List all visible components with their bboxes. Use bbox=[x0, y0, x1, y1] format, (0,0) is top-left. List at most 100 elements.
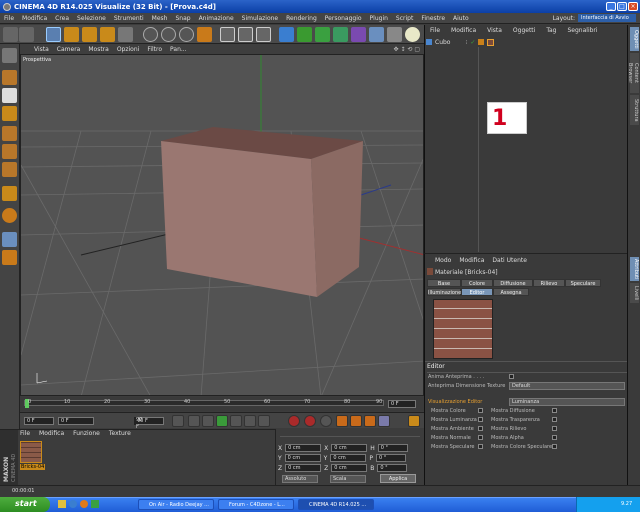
workplane-icon[interactable] bbox=[2, 106, 17, 121]
coord-z-pos[interactable]: 0 cm bbox=[285, 464, 322, 472]
tab-assegna[interactable]: Assegna bbox=[493, 288, 529, 296]
spline-icon[interactable] bbox=[297, 27, 312, 42]
tab-base[interactable]: Base bbox=[427, 279, 461, 287]
om-menu-oggetti[interactable]: Oggetti bbox=[513, 27, 535, 34]
task-cinema4d[interactable]: CINEMA 4D R14.025 ... bbox=[298, 499, 374, 510]
move-icon[interactable] bbox=[64, 27, 79, 42]
vp-menu-opzioni[interactable]: Opzioni bbox=[117, 46, 140, 53]
clock[interactable]: 9.27 bbox=[621, 501, 632, 507]
task-c4dzone-forum[interactable]: Forum - C4Dzone - L... bbox=[218, 499, 294, 510]
channel-speculare-toggle[interactable] bbox=[478, 444, 483, 449]
rotate-icon[interactable] bbox=[100, 27, 115, 42]
om-menu-modifica[interactable]: Modifica bbox=[451, 27, 476, 34]
scale-icon[interactable] bbox=[82, 27, 97, 42]
mat-menu-texture[interactable]: Texture bbox=[109, 430, 131, 437]
tab-illuminazione[interactable]: Illuminazione bbox=[427, 288, 461, 296]
play-icon[interactable] bbox=[216, 415, 228, 427]
om-menu-tag[interactable]: Tag bbox=[546, 27, 556, 34]
prev-frame-icon[interactable] bbox=[202, 415, 214, 427]
firefox-icon[interactable] bbox=[80, 500, 88, 508]
tab-diffusione[interactable]: Diffusione bbox=[493, 279, 533, 287]
material-tag-icon[interactable] bbox=[487, 38, 495, 46]
nurbs-icon[interactable] bbox=[315, 27, 330, 42]
object-row-cubo[interactable]: Cubo ⁝ ✓ bbox=[426, 37, 626, 47]
mat-menu-file[interactable]: File bbox=[20, 430, 30, 437]
menu-aiuto[interactable]: Aiuto bbox=[453, 15, 469, 22]
object-name[interactable]: Cubo bbox=[435, 39, 450, 46]
attr-menu-dati-utente[interactable]: Dati Utente bbox=[492, 257, 527, 264]
channel-colore-speculare-toggle[interactable] bbox=[552, 444, 557, 449]
menu-finestre[interactable]: Finestre bbox=[421, 15, 445, 22]
vp-menu-filtro[interactable]: Filtro bbox=[147, 46, 162, 53]
phong-tag-icon[interactable] bbox=[478, 39, 485, 45]
make-editable-icon[interactable] bbox=[2, 48, 17, 63]
tab-speculare[interactable]: Speculare bbox=[565, 279, 601, 287]
coord-y-size[interactable]: 0 cm bbox=[330, 454, 367, 462]
menu-rendering[interactable]: Rendering bbox=[286, 15, 317, 22]
scale-key-icon[interactable] bbox=[350, 415, 362, 427]
render-settings-icon[interactable] bbox=[256, 27, 271, 42]
coord-y-pos[interactable]: 0 cm bbox=[284, 454, 321, 462]
floor-icon[interactable] bbox=[369, 27, 384, 42]
next-frame-icon[interactable] bbox=[230, 415, 242, 427]
material-thumbnail[interactable] bbox=[20, 441, 42, 463]
param-key-icon[interactable] bbox=[378, 415, 390, 427]
autokey-icon[interactable] bbox=[304, 415, 316, 427]
model-mode-icon[interactable] bbox=[2, 70, 17, 85]
render-picture-viewer-icon[interactable] bbox=[238, 27, 253, 42]
z-axis-icon[interactable] bbox=[179, 27, 194, 42]
maximize-button[interactable]: □ bbox=[617, 2, 627, 11]
menu-animazione[interactable]: Animazione bbox=[199, 15, 234, 22]
menu-personaggio[interactable]: Personaggio bbox=[325, 15, 362, 22]
coord-h-rot[interactable]: 0 ° bbox=[377, 444, 408, 452]
prev-key-icon[interactable] bbox=[188, 415, 200, 427]
coord-scale-dropdown[interactable]: Scala bbox=[330, 475, 366, 483]
enabled-check-icon[interactable]: ✓ bbox=[470, 39, 475, 46]
axis-mode-icon[interactable] bbox=[2, 186, 17, 201]
channel-normale-toggle[interactable] bbox=[478, 435, 483, 440]
coord-x-size[interactable]: 0 cm bbox=[331, 444, 368, 452]
polygons-mode-icon[interactable] bbox=[2, 162, 17, 177]
points-mode-icon[interactable] bbox=[2, 126, 17, 141]
tab-oggetti-vertical[interactable]: Oggetti bbox=[630, 27, 639, 51]
array-icon[interactable] bbox=[333, 27, 348, 42]
recent-tool-icon[interactable] bbox=[118, 27, 133, 42]
start-button[interactable]: start bbox=[0, 497, 50, 512]
vp-menu-vista[interactable]: Vista bbox=[34, 46, 49, 53]
mat-menu-modifica[interactable]: Modifica bbox=[39, 430, 64, 437]
tab-content-browser-vertical[interactable]: Content Browser bbox=[627, 53, 639, 93]
explorer-icon[interactable] bbox=[58, 500, 66, 508]
minimize-button[interactable]: _ bbox=[606, 2, 616, 11]
lock-workplane-icon[interactable] bbox=[2, 232, 17, 247]
channel-rilievo-toggle[interactable] bbox=[552, 426, 557, 431]
redo-icon[interactable] bbox=[19, 27, 34, 42]
edges-mode-icon[interactable] bbox=[2, 144, 17, 159]
apply-button[interactable]: Applica bbox=[380, 474, 416, 483]
tab-livelli-vertical[interactable]: Livelli bbox=[630, 283, 639, 303]
close-button[interactable]: × bbox=[628, 2, 638, 11]
cube-primitive-icon[interactable] bbox=[279, 27, 294, 42]
mat-menu-funzione[interactable]: Funzione bbox=[73, 430, 100, 437]
goto-start-icon[interactable] bbox=[172, 415, 184, 427]
coord-mode-dropdown[interactable]: Assoluto bbox=[282, 475, 318, 483]
menu-crea[interactable]: Crea bbox=[55, 15, 69, 22]
menu-file[interactable]: File bbox=[4, 15, 14, 22]
tab-struttura-vertical[interactable]: Struttura bbox=[630, 95, 639, 125]
record-icon[interactable] bbox=[288, 415, 300, 427]
om-menu-file[interactable]: File bbox=[430, 27, 440, 34]
tex-preview-dropdown[interactable]: Default bbox=[509, 382, 625, 390]
channel-colore-toggle[interactable] bbox=[478, 408, 483, 413]
task-radio-deejay[interactable]: On Air - Radio Deejay ... bbox=[138, 499, 214, 510]
tab-rilievo[interactable]: Rilievo bbox=[533, 279, 565, 287]
x-axis-icon[interactable] bbox=[143, 27, 158, 42]
layout-dropdown[interactable]: Interfaccia di Avvio bbox=[578, 14, 636, 22]
select-cursor-icon[interactable] bbox=[46, 27, 61, 42]
material-name[interactable]: Bricks-04 bbox=[20, 464, 46, 470]
timeline[interactable]: 0 10 20 30 40 50 60 70 80 90 0 F bbox=[20, 397, 424, 411]
ie-icon[interactable] bbox=[69, 500, 77, 508]
vp-menu-camera[interactable]: Camera bbox=[57, 46, 81, 53]
render-view-icon[interactable] bbox=[220, 27, 235, 42]
camera-icon[interactable] bbox=[387, 27, 402, 42]
coord-x-pos[interactable]: 0 cm bbox=[285, 444, 322, 452]
y-axis-icon[interactable] bbox=[161, 27, 176, 42]
